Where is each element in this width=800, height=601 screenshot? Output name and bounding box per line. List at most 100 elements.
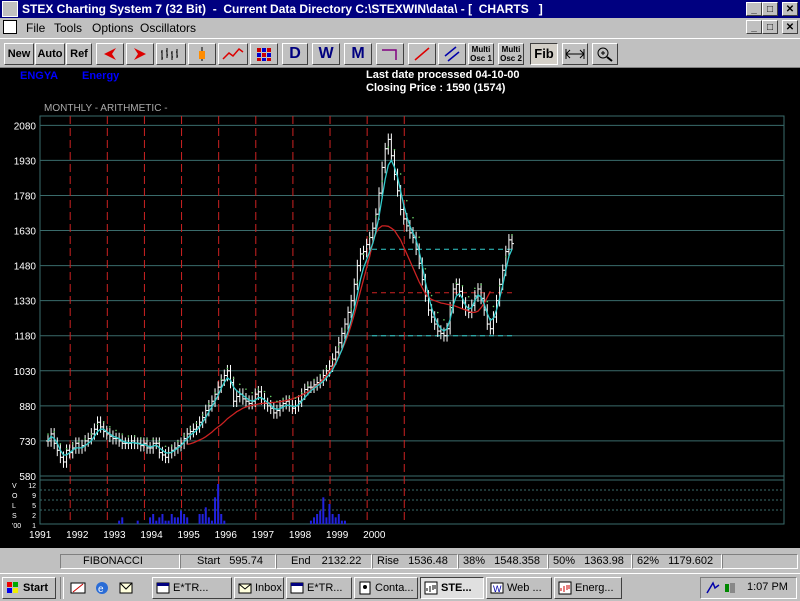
task-label: E*TR...: [173, 582, 209, 594]
doc-minimize-button[interactable]: _: [746, 20, 762, 34]
task-etrade-1[interactable]: E*TR...: [152, 577, 232, 599]
trailing-stop-dot: [189, 427, 192, 429]
chart-area[interactable]: 2080 1930 1780 1630 1480 1330 1180 1030 880 730 58…: [0, 68, 800, 548]
trailing-stop-dot: [127, 435, 130, 437]
trailing-stop-dot: [158, 440, 161, 443]
auto-button[interactable]: Auto: [35, 43, 65, 65]
menu-bar: File Tools Options Oscillators _ □ ✕: [0, 18, 800, 37]
y-tick-label: 2080: [14, 121, 37, 132]
status-end: End 2132.22: [276, 554, 372, 569]
fib-button[interactable]: Fib: [530, 43, 558, 65]
weekly-button[interactable]: W: [312, 43, 340, 65]
close-button[interactable]: ✕: [782, 2, 798, 16]
price-chart[interactable]: 2080 1930 1780 1630 1480 1330 1180 1030 880 730 58…: [0, 68, 800, 548]
price-bar: [247, 395, 252, 410]
volume-tick-label: 9: [32, 493, 36, 500]
trailing-stop-dot: [195, 422, 198, 424]
trailing-stop-dot: [467, 295, 470, 298]
trailing-stop-dot: [492, 305, 495, 308]
quicklaunch-outlook-icon[interactable]: [118, 580, 134, 596]
bar-chart-button[interactable]: [156, 43, 186, 65]
volume-icon[interactable]: [723, 581, 737, 595]
doc-restore-button[interactable]: □: [762, 20, 778, 34]
price-bar: [76, 437, 81, 454]
contacts-icon: [359, 581, 371, 595]
line-chart-button[interactable]: [218, 43, 248, 65]
last-date-processed: Last date processed 04-10-00: [366, 69, 520, 81]
trailing-stop-dot: [121, 433, 124, 435]
y-tick-label: 880: [19, 402, 36, 413]
daily-button[interactable]: D: [282, 43, 308, 65]
quicklaunch-desktop-icon[interactable]: [70, 580, 86, 596]
trailing-stop-dot: [133, 435, 136, 437]
task-inbox[interactable]: Inbox ...: [234, 577, 284, 599]
trailing-stop-dot: [449, 306, 451, 309]
status-50-value: 1363.98: [584, 555, 624, 567]
menu-tools[interactable]: Tools: [54, 21, 82, 35]
volume-axis-label: O: [12, 493, 18, 500]
trendline-button[interactable]: [408, 43, 436, 65]
start-button[interactable]: Start: [2, 577, 56, 599]
trailing-stop-dot: [263, 390, 266, 393]
network-icon[interactable]: [705, 581, 721, 595]
channel-button[interactable]: [438, 43, 466, 65]
monthly-label: M: [351, 45, 365, 62]
price-bar: [243, 393, 248, 408]
toolbar: New Auto Ref D W M Multi Osc 1 Multi Osc…: [0, 38, 800, 68]
minimize-button[interactable]: _: [746, 2, 762, 16]
y-tick-label: 1480: [14, 262, 37, 273]
task-stex[interactable]: STE...: [420, 577, 484, 599]
monthly-button[interactable]: M: [344, 43, 372, 65]
windows-logo-icon: [7, 582, 18, 593]
menu-options[interactable]: Options: [92, 21, 133, 35]
daily-label: D: [289, 45, 301, 62]
task-energy[interactable]: Energ...: [554, 577, 622, 599]
zoom-icon: [597, 47, 613, 62]
trailing-stop-dot: [109, 426, 111, 428]
ref-label: Ref: [70, 48, 88, 60]
inbox-icon: [238, 583, 252, 594]
status-38-label: 38%: [463, 555, 486, 567]
trailing-stop-dot: [418, 236, 421, 238]
doc-close-button[interactable]: ✕: [782, 20, 798, 34]
menu-file[interactable]: File: [26, 21, 45, 35]
task-label: STE...: [441, 582, 472, 594]
task-web[interactable]: W Web ...: [486, 577, 552, 599]
price-bar: [231, 376, 236, 408]
status-mode: FIBONACCI: [60, 554, 180, 569]
y-tick-label: 1930: [14, 156, 37, 167]
trailing-stop-dot: [498, 285, 501, 287]
maximize-button[interactable]: □: [762, 2, 778, 16]
task-contacts[interactable]: Conta...: [354, 577, 418, 599]
app-icon[interactable]: [2, 1, 18, 17]
scroll-left-button[interactable]: [96, 43, 124, 65]
trailing-stop-dot: [294, 397, 297, 399]
bracket-button[interactable]: [376, 43, 404, 65]
menu-oscillators[interactable]: Oscillators: [140, 21, 196, 35]
volume-tick-label: 5: [32, 503, 36, 510]
weekly-label: W: [318, 45, 334, 62]
task-etrade-2[interactable]: E*TR...: [286, 577, 352, 599]
trailing-stop-dot: [152, 438, 154, 441]
system-tray: 1:07 PM: [700, 577, 797, 599]
new-button[interactable]: New: [4, 43, 34, 65]
multi-osc-2-button[interactable]: Multi Osc 2: [498, 43, 524, 65]
trailing-stop-dot: [214, 391, 216, 394]
zoom-button[interactable]: [592, 43, 618, 65]
multi-osc-1-button[interactable]: Multi Osc 1: [468, 43, 494, 65]
price-bar: [271, 402, 276, 419]
trailing-stop-dot: [313, 378, 315, 381]
quicklaunch-ie-icon[interactable]: e: [94, 580, 110, 596]
taskbar-separator: [60, 577, 64, 599]
candle-button[interactable]: [188, 43, 216, 65]
expand-button[interactable]: [562, 43, 588, 65]
task-label: Conta...: [375, 582, 414, 594]
document-icon[interactable]: [3, 20, 17, 34]
grid-button[interactable]: [250, 43, 278, 65]
scroll-right-button[interactable]: [126, 43, 154, 65]
svg-text:e: e: [98, 584, 104, 595]
trailing-stop-dot: [486, 300, 489, 303]
price-bar: [281, 397, 286, 412]
ref-button[interactable]: Ref: [66, 43, 92, 65]
price-bar: [259, 386, 264, 405]
